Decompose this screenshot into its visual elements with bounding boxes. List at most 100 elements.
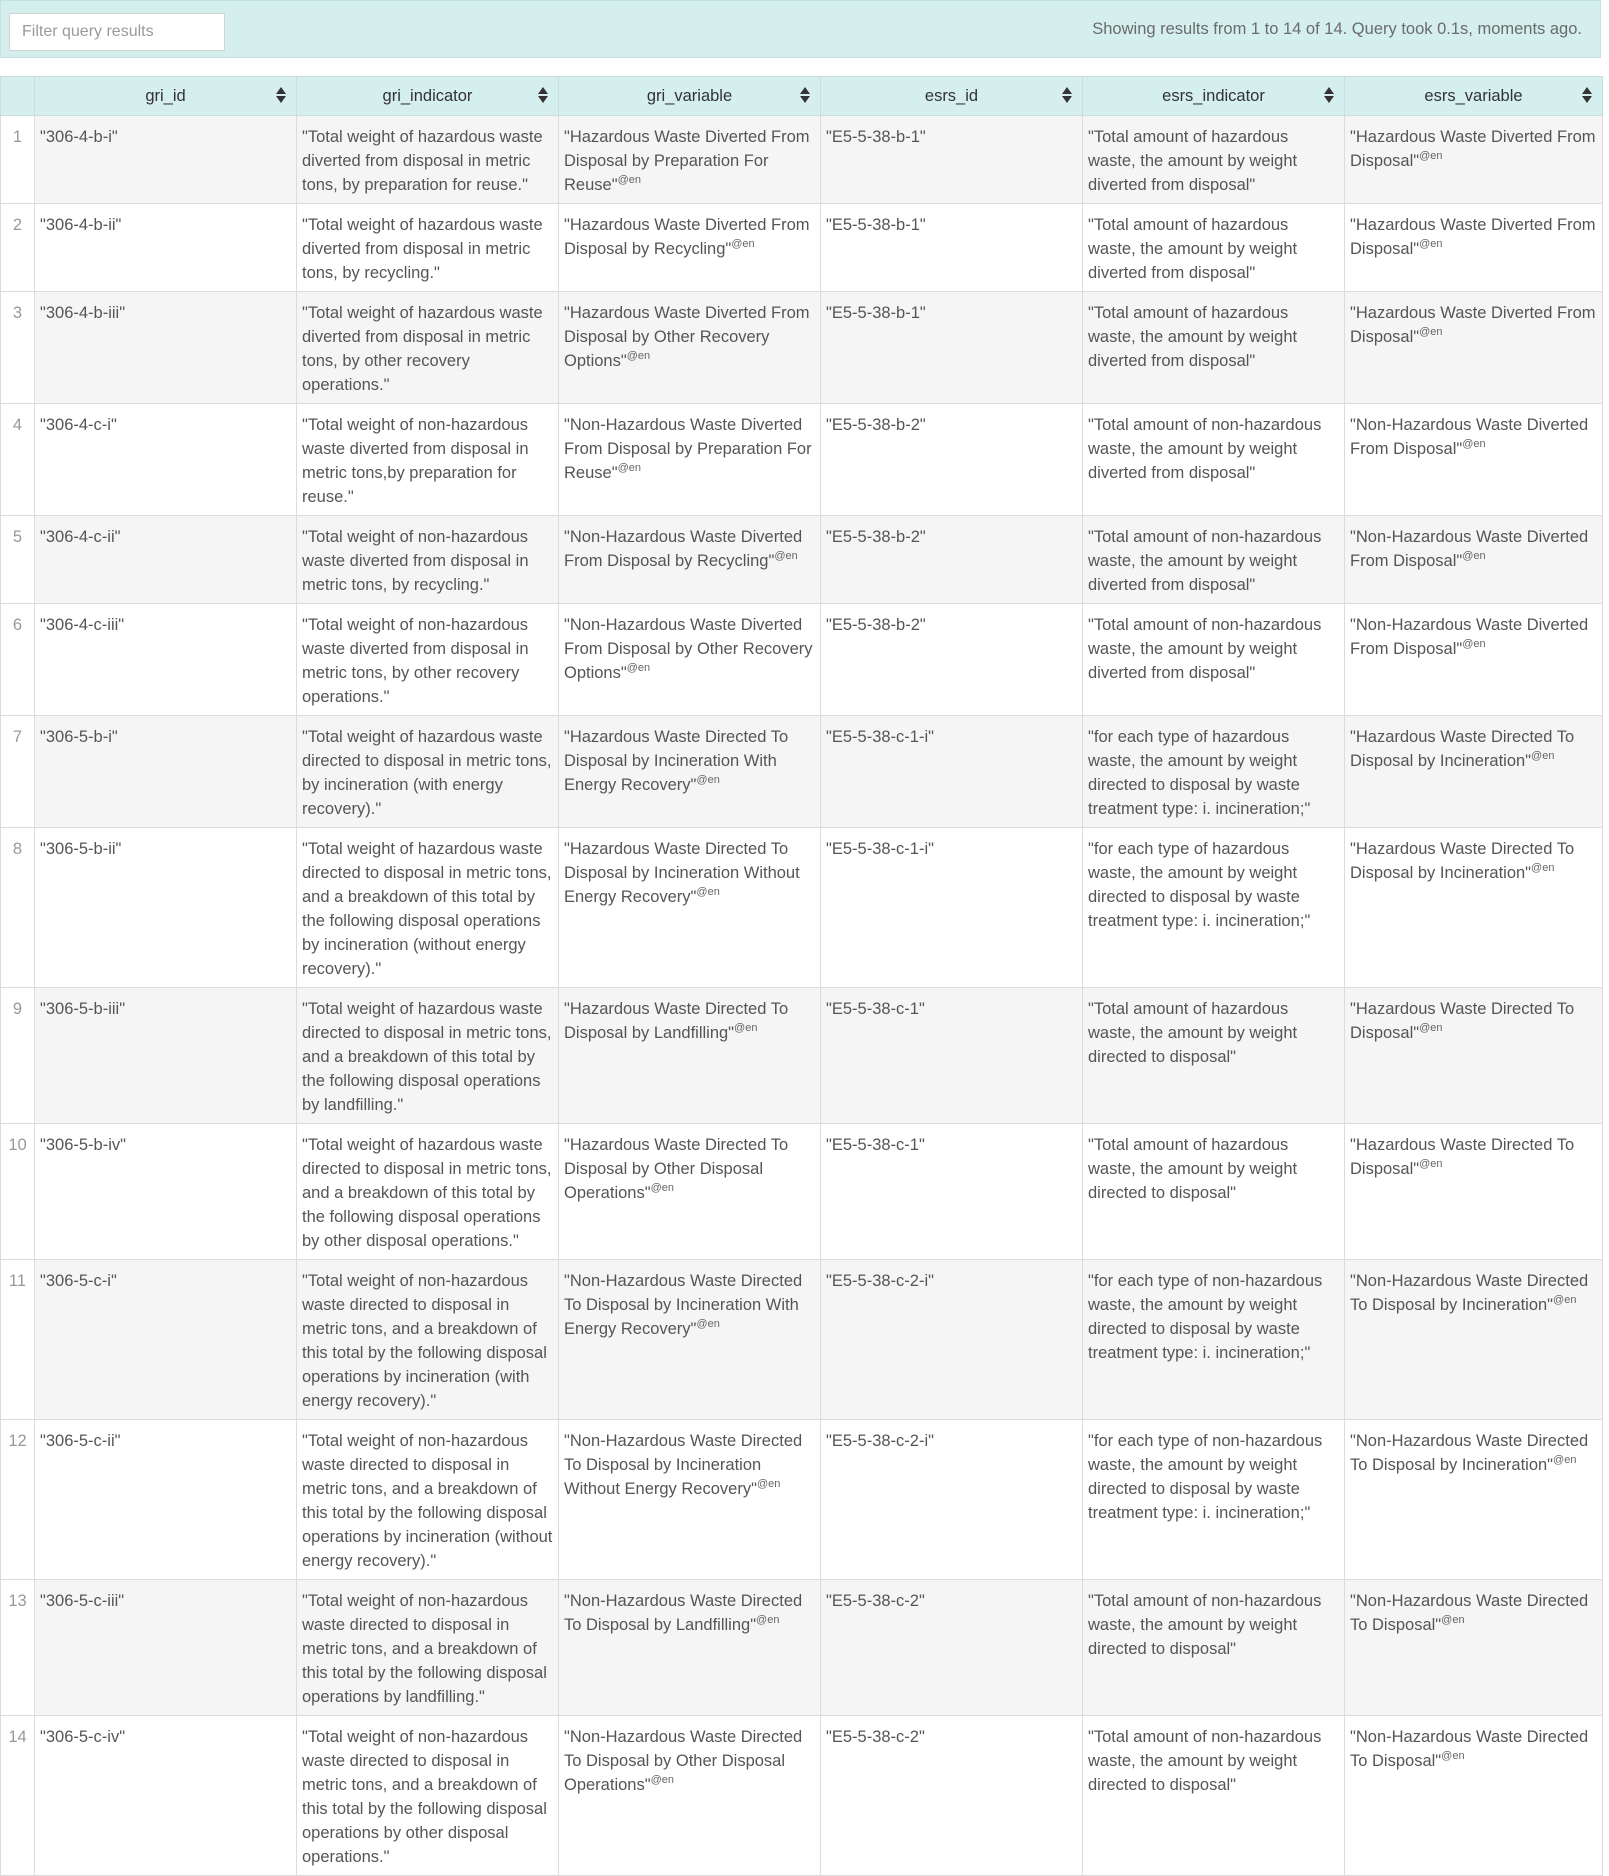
cell-gri-id[interactable]: "306-5-c-iii" bbox=[34, 1579, 297, 1716]
cell-gri-variable[interactable]: "Non-Hazardous Waste Directed To Disposa… bbox=[558, 1419, 821, 1580]
cell-esrs-variable[interactable]: "Non-Hazardous Waste Diverted From Dispo… bbox=[1344, 515, 1603, 604]
cell-esrs-indicator[interactable]: "for each type of non-hazardous waste, t… bbox=[1082, 1259, 1345, 1420]
cell-esrs-variable[interactable]: "Non-Hazardous Waste Directed To Disposa… bbox=[1344, 1579, 1603, 1716]
cell-esrs-variable[interactable]: "Hazardous Waste Directed To Disposal"@e… bbox=[1344, 987, 1603, 1124]
cell-gri-id[interactable]: "306-4-c-i" bbox=[34, 403, 297, 516]
table-row[interactable]: 5 "306-4-c-ii" "Total weight of non-hazard… bbox=[0, 515, 1603, 604]
cell-gri-variable[interactable]: "Hazardous Waste Directed To Disposal by… bbox=[558, 1123, 821, 1260]
cell-esrs-indicator[interactable]: "Total amount of non-hazardous waste, th… bbox=[1082, 1579, 1345, 1716]
cell-gri-id[interactable]: "306-5-b-iii" bbox=[34, 987, 297, 1124]
table-row[interactable]: 10 "306-5-b-iv" "Total weight of hazardous… bbox=[0, 1123, 1603, 1260]
cell-gri-variable[interactable]: "Hazardous Waste Directed To Disposal by… bbox=[558, 715, 821, 828]
table-row[interactable]: 6 "306-4-c-iii" "Total weight of non-hazar… bbox=[0, 603, 1603, 716]
cell-gri-variable[interactable]: "Non-Hazardous Waste Directed To Disposa… bbox=[558, 1715, 821, 1876]
cell-gri-id[interactable]: "306-5-b-i" bbox=[34, 715, 297, 828]
cell-esrs-variable[interactable]: "Hazardous Waste Directed To Disposal"@e… bbox=[1344, 1123, 1603, 1260]
cell-esrs-variable[interactable]: "Non-Hazardous Waste Directed To Disposa… bbox=[1344, 1715, 1603, 1876]
cell-esrs-id[interactable]: "E5-5-38-c-1-i" bbox=[820, 827, 1083, 988]
cell-esrs-indicator[interactable]: "Total amount of non-hazardous waste, th… bbox=[1082, 403, 1345, 516]
cell-gri-id[interactable]: "306-4-b-i" bbox=[34, 115, 297, 204]
cell-gri-indicator[interactable]: "Total weight of hazardous waste directe… bbox=[296, 715, 559, 828]
cell-esrs-indicator[interactable]: "Total amount of non-hazardous waste, th… bbox=[1082, 515, 1345, 604]
cell-gri-indicator[interactable]: "Total weight of hazardous waste directe… bbox=[296, 827, 559, 988]
filter-query-results-input[interactable] bbox=[9, 13, 225, 51]
cell-gri-variable[interactable]: "Hazardous Waste Diverted From Disposal … bbox=[558, 203, 821, 292]
cell-gri-variable[interactable]: "Non-Hazardous Waste Diverted From Dispo… bbox=[558, 515, 821, 604]
cell-esrs-variable[interactable]: "Non-Hazardous Waste Directed To Disposa… bbox=[1344, 1259, 1603, 1420]
cell-esrs-variable[interactable]: "Hazardous Waste Directed To Disposal by… bbox=[1344, 715, 1603, 828]
cell-gri-variable[interactable]: "Hazardous Waste Diverted From Disposal … bbox=[558, 115, 821, 204]
cell-gri-variable[interactable]: "Non-Hazardous Waste Directed To Disposa… bbox=[558, 1579, 821, 1716]
sort-icon[interactable] bbox=[276, 86, 286, 104]
cell-gri-id[interactable]: "306-4-c-iii" bbox=[34, 603, 297, 716]
cell-esrs-id[interactable]: "E5-5-38-c-1" bbox=[820, 1123, 1083, 1260]
cell-gri-id[interactable]: "306-5-b-iv" bbox=[34, 1123, 297, 1260]
table-row[interactable]: 7 "306-5-b-i" "Total weight of hazardous w… bbox=[0, 715, 1603, 828]
cell-gri-id[interactable]: "306-5-c-iv" bbox=[34, 1715, 297, 1876]
cell-gri-indicator[interactable]: "Total weight of hazardous waste directe… bbox=[296, 1123, 559, 1260]
table-row[interactable]: 13 "306-5-c-iii" "Total weight of non-haza… bbox=[0, 1579, 1603, 1716]
sort-icon[interactable] bbox=[800, 86, 810, 104]
cell-esrs-id[interactable]: "E5-5-38-c-2" bbox=[820, 1579, 1083, 1716]
cell-esrs-indicator[interactable]: "for each type of hazardous waste, the a… bbox=[1082, 715, 1345, 828]
cell-esrs-id[interactable]: "E5-5-38-b-1" bbox=[820, 203, 1083, 292]
cell-esrs-id[interactable]: "E5-5-38-c-2-i" bbox=[820, 1419, 1083, 1580]
cell-gri-indicator[interactable]: "Total weight of non-hazardous waste div… bbox=[296, 403, 559, 516]
cell-gri-id[interactable]: "306-4-c-ii" bbox=[34, 515, 297, 604]
cell-gri-indicator[interactable]: "Total weight of hazardous waste diverte… bbox=[296, 291, 559, 404]
table-row[interactable]: 1 "306-4-b-i" "Total weight of hazardous w… bbox=[0, 115, 1603, 204]
table-row[interactable]: 11 "306-5-c-i" "Total weight of non-hazard… bbox=[0, 1259, 1603, 1420]
cell-esrs-id[interactable]: "E5-5-38-c-1" bbox=[820, 987, 1083, 1124]
cell-esrs-variable[interactable]: "Hazardous Waste Directed To Disposal by… bbox=[1344, 827, 1603, 988]
cell-gri-variable[interactable]: "Hazardous Waste Directed To Disposal by… bbox=[558, 987, 821, 1124]
sort-icon[interactable] bbox=[538, 86, 548, 104]
column-header-gri-indicator[interactable]: gri_indicator bbox=[296, 76, 559, 116]
column-header-gri-id[interactable]: gri_id bbox=[34, 76, 297, 116]
cell-gri-id[interactable]: "306-5-c-ii" bbox=[34, 1419, 297, 1580]
cell-esrs-id[interactable]: "E5-5-38-b-2" bbox=[820, 515, 1083, 604]
cell-esrs-indicator[interactable]: "Total amount of non-hazardous waste, th… bbox=[1082, 603, 1345, 716]
cell-esrs-id[interactable]: "E5-5-38-c-1-i" bbox=[820, 715, 1083, 828]
cell-esrs-variable[interactable]: "Non-Hazardous Waste Directed To Disposa… bbox=[1344, 1419, 1603, 1580]
cell-esrs-variable[interactable]: "Hazardous Waste Diverted From Disposal"… bbox=[1344, 115, 1603, 204]
cell-esrs-indicator[interactable]: "for each type of hazardous waste, the a… bbox=[1082, 827, 1345, 988]
cell-esrs-id[interactable]: "E5-5-38-b-1" bbox=[820, 115, 1083, 204]
cell-esrs-variable[interactable]: "Hazardous Waste Diverted From Disposal"… bbox=[1344, 291, 1603, 404]
table-row[interactable]: 14 "306-5-c-iv" "Total weight of non-hazar… bbox=[0, 1715, 1603, 1876]
cell-esrs-indicator[interactable]: "Total amount of hazardous waste, the am… bbox=[1082, 1123, 1345, 1260]
cell-esrs-indicator[interactable]: "Total amount of hazardous waste, the am… bbox=[1082, 291, 1345, 404]
cell-esrs-indicator[interactable]: "for each type of non-hazardous waste, t… bbox=[1082, 1419, 1345, 1580]
cell-gri-variable[interactable]: "Hazardous Waste Diverted From Disposal … bbox=[558, 291, 821, 404]
table-row[interactable]: 3 "306-4-b-iii" "Total weight of hazardous… bbox=[0, 291, 1603, 404]
cell-gri-id[interactable]: "306-5-c-i" bbox=[34, 1259, 297, 1420]
cell-esrs-indicator[interactable]: "Total amount of hazardous waste, the am… bbox=[1082, 203, 1345, 292]
cell-gri-variable[interactable]: "Non-Hazardous Waste Directed To Disposa… bbox=[558, 1259, 821, 1420]
cell-gri-indicator[interactable]: "Total weight of non-hazardous waste div… bbox=[296, 515, 559, 604]
cell-gri-indicator[interactable]: "Total weight of hazardous waste diverte… bbox=[296, 203, 559, 292]
table-row[interactable]: 12 "306-5-c-ii" "Total weight of non-hazar… bbox=[0, 1419, 1603, 1580]
sort-icon[interactable] bbox=[1324, 86, 1334, 104]
cell-esrs-variable[interactable]: "Hazardous Waste Diverted From Disposal"… bbox=[1344, 203, 1603, 292]
cell-gri-variable[interactable]: "Non-Hazardous Waste Diverted From Dispo… bbox=[558, 403, 821, 516]
cell-esrs-id[interactable]: "E5-5-38-c-2-i" bbox=[820, 1259, 1083, 1420]
cell-gri-id[interactable]: "306-4-b-iii" bbox=[34, 291, 297, 404]
cell-gri-indicator[interactable]: "Total weight of non-hazardous waste dir… bbox=[296, 1259, 559, 1420]
sort-icon[interactable] bbox=[1062, 86, 1072, 104]
sort-icon[interactable] bbox=[1582, 86, 1592, 104]
table-row[interactable]: 4 "306-4-c-i" "Total weight of non-hazardo… bbox=[0, 403, 1603, 516]
cell-gri-variable[interactable]: "Non-Hazardous Waste Diverted From Dispo… bbox=[558, 603, 821, 716]
cell-esrs-indicator[interactable]: "Total amount of hazardous waste, the am… bbox=[1082, 115, 1345, 204]
column-header-esrs-indicator[interactable]: esrs_indicator bbox=[1082, 76, 1345, 116]
cell-esrs-id[interactable]: "E5-5-38-c-2" bbox=[820, 1715, 1083, 1876]
cell-esrs-id[interactable]: "E5-5-38-b-2" bbox=[820, 403, 1083, 516]
table-row[interactable]: 8 "306-5-b-ii" "Total weight of hazardous … bbox=[0, 827, 1603, 988]
cell-gri-id[interactable]: "306-5-b-ii" bbox=[34, 827, 297, 988]
column-header-gri-variable[interactable]: gri_variable bbox=[558, 76, 821, 116]
cell-gri-indicator[interactable]: "Total weight of non-hazardous waste div… bbox=[296, 603, 559, 716]
cell-esrs-indicator[interactable]: "Total amount of non-hazardous waste, th… bbox=[1082, 1715, 1345, 1876]
cell-gri-variable[interactable]: "Hazardous Waste Directed To Disposal by… bbox=[558, 827, 821, 988]
cell-gri-indicator[interactable]: "Total weight of hazardous waste directe… bbox=[296, 987, 559, 1124]
cell-esrs-variable[interactable]: "Non-Hazardous Waste Diverted From Dispo… bbox=[1344, 403, 1603, 516]
table-row[interactable]: 9 "306-5-b-iii" "Total weight of hazardous… bbox=[0, 987, 1603, 1124]
cell-gri-indicator[interactable]: "Total weight of non-hazardous waste dir… bbox=[296, 1715, 559, 1876]
